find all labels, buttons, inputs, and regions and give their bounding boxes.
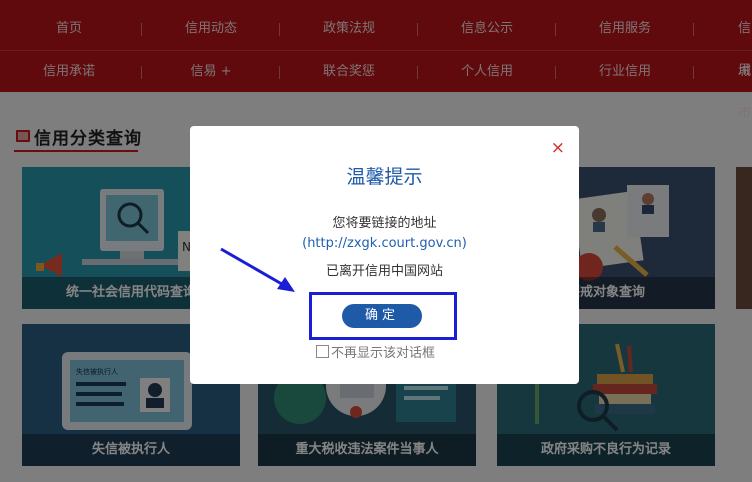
dialog-title: 温馨提示 — [346, 166, 423, 188]
highlight-frame — [309, 292, 457, 340]
dont-show-label: 不再显示该对话框 — [331, 346, 436, 361]
close-icon[interactable]: × — [551, 138, 565, 158]
dialog-message-line1: 您将要链接的地址 — [332, 216, 437, 231]
pointer-arrow-icon — [220, 247, 295, 292]
dont-show-again[interactable]: 不再显示该对话框 — [316, 342, 435, 361]
dont-show-checkbox[interactable] — [316, 345, 329, 358]
